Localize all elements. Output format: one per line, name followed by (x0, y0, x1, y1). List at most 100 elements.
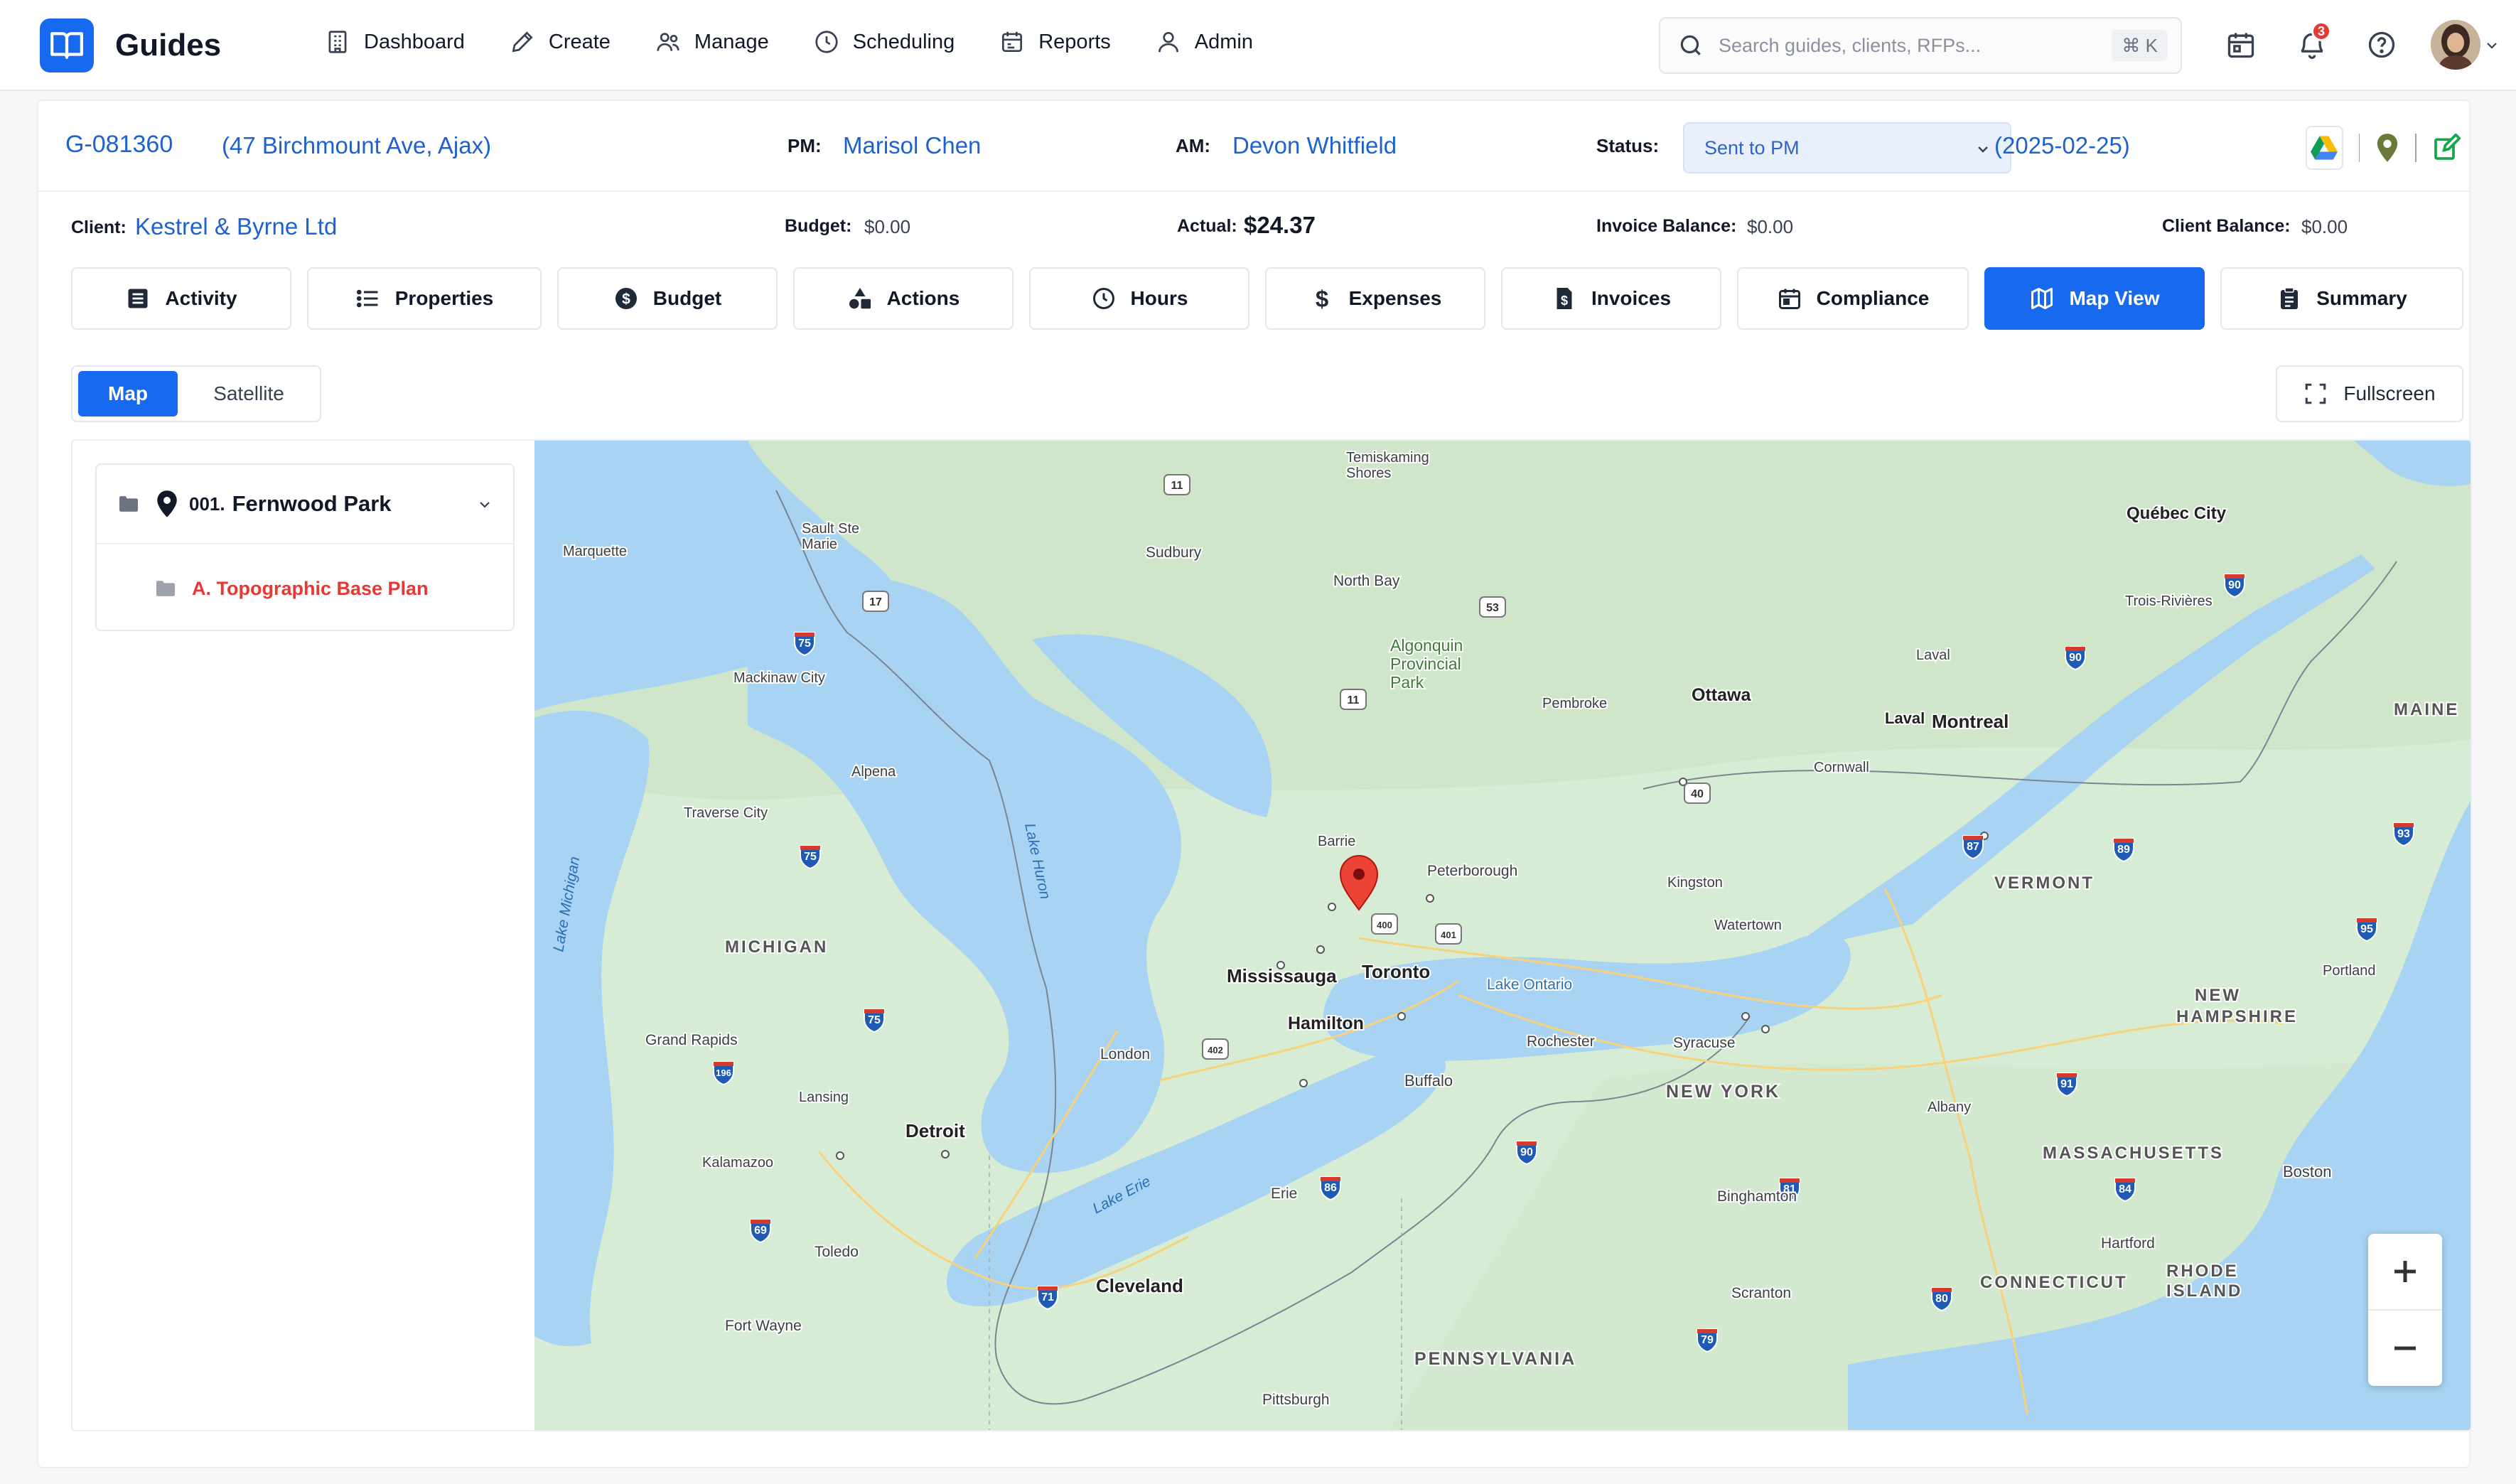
search-input[interactable] (1719, 34, 2088, 57)
tab-expenses[interactable]: $ Expenses (1265, 267, 1485, 330)
edit-button[interactable] (2432, 134, 2461, 162)
notifications-button[interactable]: 3 (2291, 21, 2333, 65)
chevron-down-icon[interactable] (476, 496, 493, 513)
map-label-vermont: VERMONT (1994, 873, 2095, 893)
tab-properties[interactable]: Properties (307, 267, 542, 330)
users-icon (657, 33, 679, 51)
deliverable-row[interactable]: A. Topographic Base Plan (97, 546, 513, 631)
satellite-button[interactable]: Satellite (179, 371, 318, 416)
invoice-balance-value: $0.00 (1747, 216, 1794, 237)
map-label-temiskaming: Temiskaming (1346, 450, 1429, 466)
map-icon (2031, 288, 2053, 309)
guide-id[interactable]: G-081360 (65, 131, 173, 158)
map-label-albany: Albany (1928, 1099, 1971, 1115)
budget-value: $0.00 (864, 216, 911, 237)
map-label-sault: Sault Ste (802, 521, 859, 537)
tab-compliance[interactable]: Compliance (1737, 267, 1969, 330)
building-icon (328, 31, 347, 53)
highway-shield-h53: 53 (1479, 596, 1506, 618)
guide-date: (2025-02-25) (1994, 132, 2130, 158)
map-label-alpena: Alpena (851, 764, 896, 780)
clock-icon (1092, 288, 1114, 309)
map-label-laval: Laval (1885, 709, 1925, 727)
chevron-down-icon[interactable] (2483, 37, 2500, 54)
deliverable-name: A. Topographic Base Plan (192, 577, 429, 599)
svg-text:86: 86 (1324, 1182, 1337, 1194)
map-label-lansing: Lansing (799, 1090, 849, 1105)
tab-budget[interactable]: $ Budget (557, 267, 778, 330)
map-label-mississauga: Mississauga (1227, 965, 1337, 986)
search-shortcut: ⌘ K (2112, 30, 2168, 61)
map-label-kalamazoo: Kalamazoo (702, 1155, 773, 1171)
clock-icon (815, 31, 838, 53)
highway-shield-h402: 402 (1202, 1038, 1229, 1060)
svg-text:53: 53 (1486, 602, 1499, 614)
svg-text:80: 80 (1935, 1293, 1948, 1305)
avatar[interactable] (2431, 20, 2480, 70)
map-type-toggle: Map Satellite (71, 365, 321, 422)
svg-text:90: 90 (2069, 652, 2082, 664)
svg-text:93: 93 (2397, 828, 2410, 840)
map-label-ottawa: Ottawa (1692, 685, 1751, 705)
client-balance-value: $0.00 (2301, 216, 2348, 237)
map-pin-icon (157, 490, 177, 517)
am-name[interactable]: Devon Whitfield (1232, 132, 1397, 159)
svg-text:90: 90 (2228, 579, 2241, 591)
map-label-mackinaw: Mackinaw City (733, 670, 825, 686)
highway-shield-h17: 17 (862, 591, 889, 612)
global-search[interactable]: ⌘ K (1659, 17, 2182, 74)
map-label-watertown: Watertown (1714, 918, 1782, 933)
tab-invoices[interactable]: $ Invoices (1501, 267, 1721, 330)
fullscreen-button[interactable]: Fullscreen (2276, 365, 2463, 422)
zoom-out-button[interactable] (2368, 1311, 2442, 1386)
property-row[interactable]: 001. Fernwood Park (97, 465, 513, 544)
svg-text:400: 400 (1377, 920, 1392, 930)
svg-text:69: 69 (754, 1225, 767, 1237)
guide-address[interactable]: (47 Birchmount Ave, Ajax) (222, 132, 491, 159)
map-canvas[interactable]: 11 11 53 17 75 75 75 400 401 402 40 90 90 90 87 89 91 93 9… (534, 441, 2472, 1430)
tab-summary[interactable]: Summary (2220, 267, 2463, 330)
map-label-traverse: Traverse City (684, 805, 768, 821)
list-icon (128, 289, 148, 308)
svg-text:75: 75 (798, 638, 811, 650)
top-nav: Guides Dashboard Create Manage Schedulin… (0, 0, 2516, 91)
search-icon (1680, 35, 1701, 55)
nav-manage[interactable]: Manage (655, 28, 769, 55)
map-label-pennsylvania: PENNSYLVANIA (1414, 1349, 1576, 1369)
tab-activity[interactable]: Activity (71, 267, 291, 330)
client-name[interactable]: Kestrel & Byrne Ltd (135, 213, 337, 240)
nav-dashboard[interactable]: Dashboard (324, 28, 465, 55)
calendar-button[interactable] (2220, 24, 2262, 65)
minus-icon (2394, 1346, 2416, 1350)
svg-text:71: 71 (1041, 1291, 1054, 1303)
svg-text:91: 91 (2060, 1078, 2073, 1090)
map-button[interactable]: Map (78, 371, 178, 416)
tab-map-view[interactable]: Map View (1984, 267, 2205, 330)
map-label-trois: Trois-Rivières (2125, 593, 2213, 609)
nav-scheduling[interactable]: Scheduling (813, 28, 955, 55)
map-label-park: Park (1390, 673, 1424, 692)
map-label-fort-wayne: Fort Wayne (725, 1318, 802, 1334)
pm-name[interactable]: Marisol Chen (843, 132, 981, 159)
map-tiles[interactable]: 11 11 53 17 75 75 75 400 401 402 40 90 90 90 87 89 91 93 9… (534, 441, 2472, 1430)
tab-hours[interactable]: Hours (1029, 267, 1249, 330)
nav-create[interactable]: Create (509, 28, 611, 55)
drive-button[interactable] (2306, 126, 2343, 170)
tab-actions[interactable]: Actions (793, 267, 1014, 330)
actual-value: $24.37 (1244, 212, 1316, 238)
location-button[interactable] (2375, 134, 2399, 162)
map-label-erie: Erie (1271, 1185, 1297, 1202)
folder-icon (119, 496, 138, 512)
svg-text:196: 196 (716, 1068, 731, 1078)
zoom-in-button[interactable] (2368, 1234, 2442, 1309)
brand[interactable]: Guides (40, 18, 221, 72)
map-label-north-bay: North Bay (1333, 573, 1400, 589)
nav-admin[interactable]: Admin (1155, 28, 1253, 55)
map-label-lake-ontario: Lake Ontario (1487, 977, 1572, 993)
map-label-boston: Boston (2283, 1163, 2332, 1181)
map-label-massachusetts: MASSACHUSETTS (2043, 1144, 2224, 1163)
guide-header: G-081360 (47 Birchmount Ave, Ajax) PM: M… (38, 101, 2469, 192)
help-button[interactable] (2361, 24, 2402, 65)
nav-reports[interactable]: Reports (999, 28, 1111, 55)
status-select[interactable]: Sent to PM (1683, 122, 2011, 173)
